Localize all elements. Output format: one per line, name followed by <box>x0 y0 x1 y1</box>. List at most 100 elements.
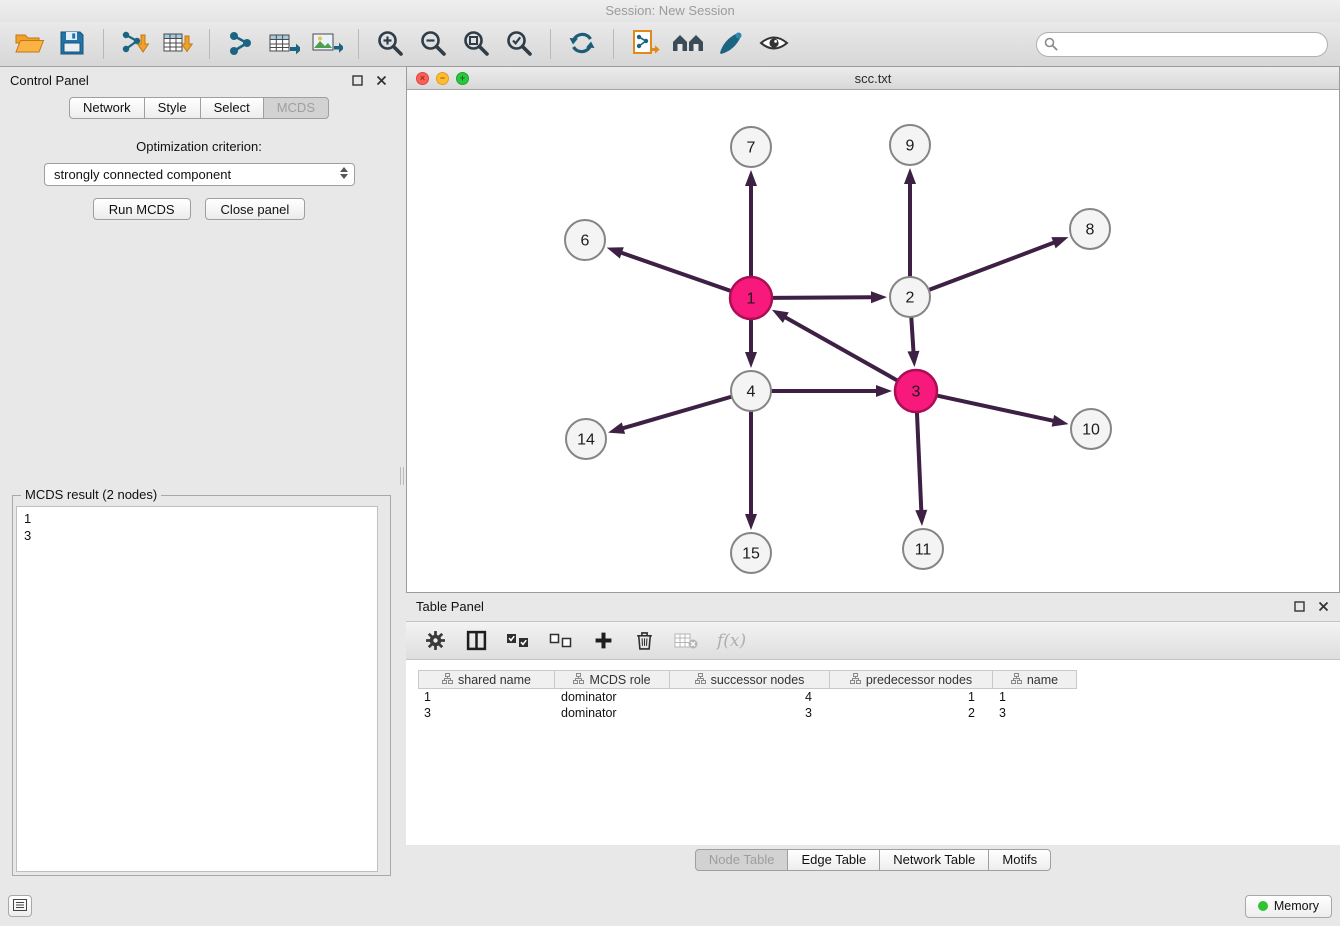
edge-1-7[interactable] <box>745 170 757 276</box>
memory-button-label: Memory <box>1274 899 1319 913</box>
column-header-shared-name[interactable]: shared name <box>418 670 555 689</box>
edge-1-2[interactable] <box>773 291 887 303</box>
refresh-icon <box>567 29 597 60</box>
edge-2-9[interactable] <box>904 168 916 276</box>
refresh-button[interactable] <box>565 27 599 61</box>
zoom-in-icon <box>376 29 404 60</box>
edge-4-15[interactable] <box>745 412 757 530</box>
close-table-panel-icon[interactable] <box>1317 600 1330 613</box>
node-14[interactable]: 14 <box>566 419 606 459</box>
close-window-icon[interactable]: × <box>416 72 429 85</box>
node-15[interactable]: 15 <box>731 533 771 573</box>
table-row[interactable]: 3dominator323 <box>418 705 1340 721</box>
run-mcds-button[interactable]: Run MCDS <box>93 198 191 220</box>
tab-node-table[interactable]: Node Table <box>695 849 789 871</box>
tab-style[interactable]: Style <box>145 97 201 119</box>
table-cell: 3 <box>418 705 555 721</box>
column-header-mcds-role[interactable]: MCDS role <box>555 670 670 689</box>
tab-network-table[interactable]: Network Table <box>880 849 989 871</box>
import-table-button[interactable] <box>161 27 195 61</box>
criterion-dropdown-value: strongly connected component <box>54 167 231 182</box>
tab-select[interactable]: Select <box>201 97 264 119</box>
table-panel-title: Table Panel <box>416 599 484 614</box>
tab-mcds[interactable]: MCDS <box>264 97 329 119</box>
node-6[interactable]: 6 <box>565 220 605 260</box>
minimize-window-icon[interactable]: − <box>436 72 449 85</box>
zoom-window-icon[interactable]: + <box>456 72 469 85</box>
zoom-out-button[interactable] <box>416 27 450 61</box>
node-9[interactable]: 9 <box>890 125 930 165</box>
zoom-selected-button[interactable] <box>502 27 536 61</box>
show-graphics-details-button[interactable] <box>757 27 791 61</box>
close-panel-button[interactable]: Close panel <box>205 198 306 220</box>
zoom-fit-button[interactable] <box>459 27 493 61</box>
table-panel-header: Table Panel <box>406 593 1340 620</box>
node-10[interactable]: 10 <box>1071 409 1111 449</box>
node-8[interactable]: 8 <box>1070 209 1110 249</box>
toolbar-search <box>1036 32 1328 57</box>
import-network-button[interactable] <box>118 27 152 61</box>
delete-columns-icon[interactable] <box>633 628 655 654</box>
column-attribute-icon <box>1011 673 1022 687</box>
node-3[interactable]: 3 <box>895 370 937 412</box>
main-toolbar <box>0 22 1340 67</box>
first-neighbors-button[interactable] <box>671 27 705 61</box>
network-canvas[interactable]: 7 9 6 8 1 2 4 3 14 10 15 11 <box>407 90 1339 592</box>
new-column-icon[interactable] <box>592 628 614 654</box>
edge-3-10[interactable] <box>937 396 1068 427</box>
memory-button[interactable]: Memory <box>1245 895 1332 918</box>
edge-1-6[interactable] <box>607 247 731 291</box>
search-input[interactable] <box>1036 32 1328 57</box>
mcds-result-line: 3 <box>24 527 370 544</box>
select-all-icon[interactable] <box>506 628 530 654</box>
close-panel-icon[interactable] <box>375 74 388 87</box>
deselect-all-icon[interactable] <box>549 628 573 654</box>
edge-4-14[interactable] <box>608 397 731 434</box>
column-header-name[interactable]: name <box>993 670 1077 689</box>
open-folder-icon <box>14 30 44 59</box>
show-panels-button[interactable] <box>8 895 32 917</box>
table-row[interactable]: 1dominator411 <box>418 689 1340 705</box>
open-folder-button[interactable] <box>12 27 46 61</box>
edge-4-3[interactable] <box>772 385 892 397</box>
svg-text:2: 2 <box>906 290 915 307</box>
float-panel-icon[interactable] <box>351 74 364 87</box>
dropdown-arrows-icon <box>340 167 348 179</box>
column-attribute-icon <box>442 673 453 687</box>
clone-network-button[interactable] <box>628 27 662 61</box>
zoom-in-button[interactable] <box>373 27 407 61</box>
toolbar-separator <box>103 29 104 59</box>
edge-1-4[interactable] <box>745 320 757 368</box>
network-window-title: scc.txt <box>855 71 892 86</box>
node-7[interactable]: 7 <box>731 127 771 167</box>
save-button[interactable] <box>55 27 89 61</box>
new-network-button[interactable] <box>224 27 258 61</box>
show-columns-icon[interactable] <box>465 628 487 654</box>
node-4[interactable]: 4 <box>731 371 771 411</box>
edge-3-11[interactable] <box>915 413 927 526</box>
node-2[interactable]: 2 <box>890 277 930 317</box>
float-table-panel-icon[interactable] <box>1293 600 1306 613</box>
toolbar-separator <box>550 29 551 59</box>
network-window-titlebar: × − + scc.txt <box>407 67 1339 90</box>
svg-text:3: 3 <box>912 384 921 401</box>
column-header-successor-nodes[interactable]: successor nodes <box>670 670 830 689</box>
edge-2-3[interactable] <box>907 318 919 367</box>
table-mode-gear-icon[interactable] <box>424 628 446 654</box>
edge-3-1[interactable] <box>772 310 897 380</box>
column-header-predecessor-nodes[interactable]: predecessor nodes <box>830 670 993 689</box>
export-image-button[interactable] <box>310 27 344 61</box>
tab-motifs[interactable]: Motifs <box>989 849 1051 871</box>
criterion-dropdown[interactable]: strongly connected component <box>44 163 355 186</box>
vertical-panel-splitter[interactable] <box>398 67 406 882</box>
node-1[interactable]: 1 <box>730 277 772 319</box>
new-table-button[interactable] <box>267 27 301 61</box>
mcds-result-text[interactable]: 13 <box>16 506 378 872</box>
edge-2-8[interactable] <box>930 237 1069 289</box>
network-graph: 7 9 6 8 1 2 4 3 14 10 15 11 <box>407 90 1339 593</box>
tab-network[interactable]: Network <box>69 97 145 119</box>
node-11[interactable]: 11 <box>903 529 943 569</box>
tab-edge-table[interactable]: Edge Table <box>788 849 880 871</box>
save-icon <box>59 30 85 59</box>
apply-style-button[interactable] <box>714 27 748 61</box>
